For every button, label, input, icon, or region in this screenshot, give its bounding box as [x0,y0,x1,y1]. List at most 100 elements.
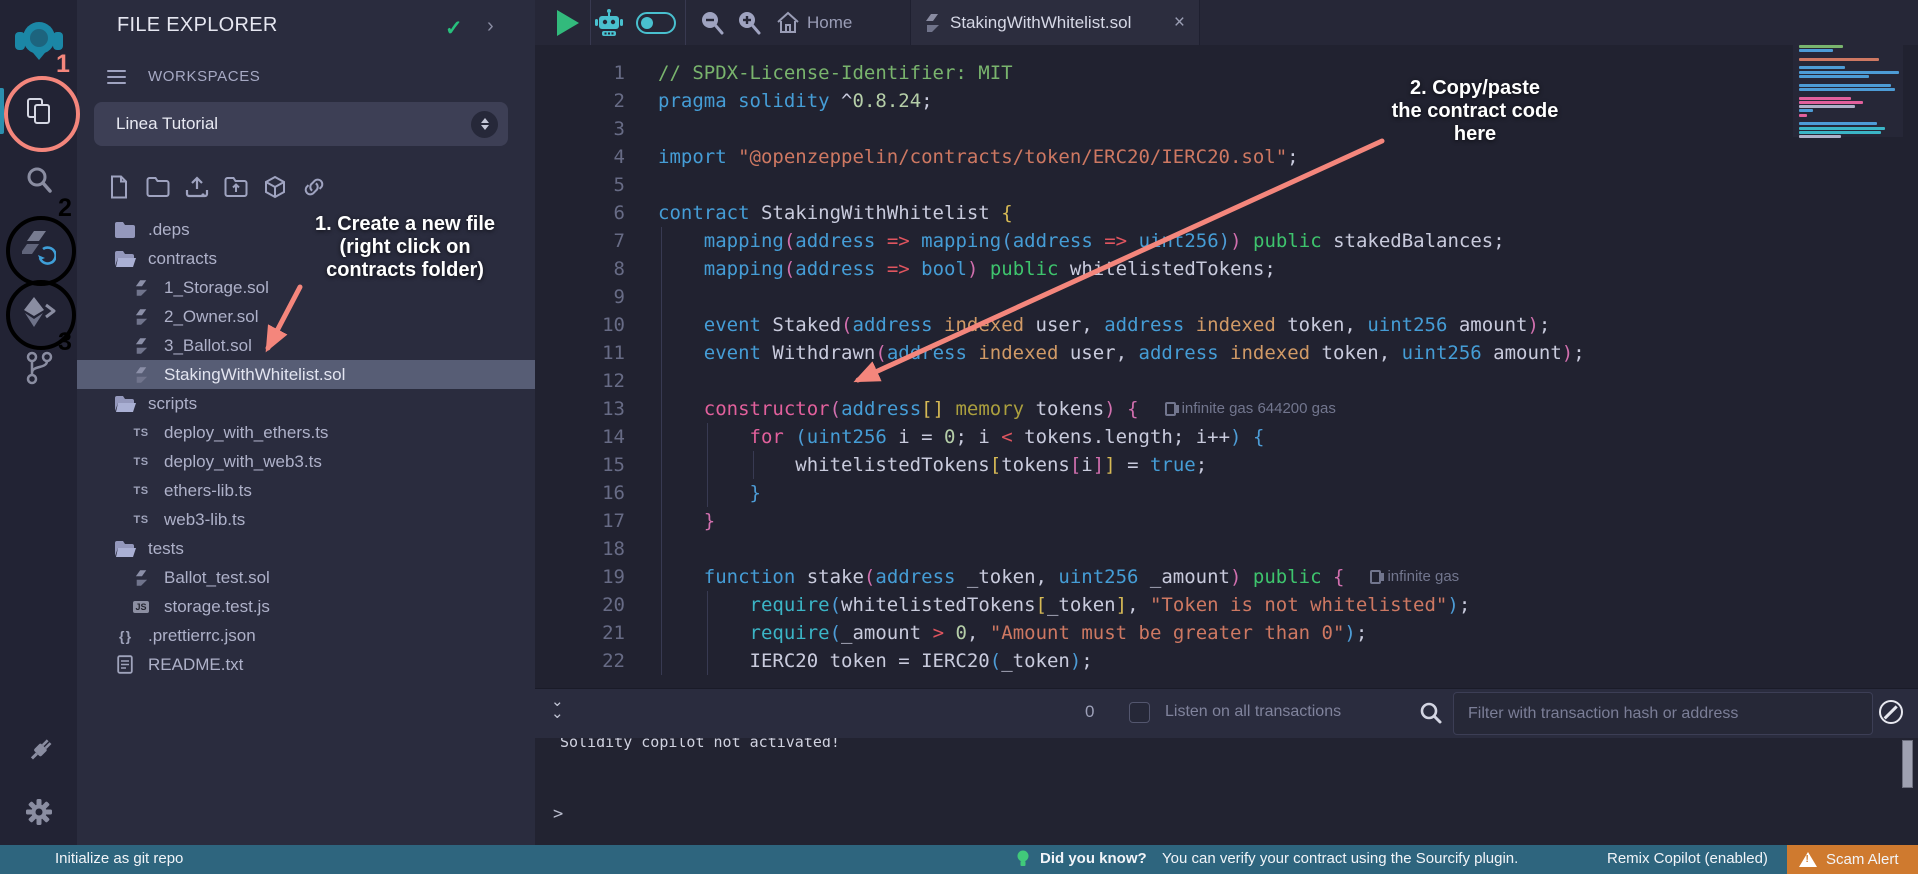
transaction-count: 0 [1085,702,1094,722]
tree-item-2-owner-sol[interactable]: 2_Owner.sol [77,302,535,331]
code-line-17[interactable]: 17 } [535,507,1918,535]
workspaces-menu-icon[interactable] [107,66,126,88]
code-line-15[interactable]: 15 whitelistedTokens[tokens[i]] = true; [535,451,1918,479]
code-line-14[interactable]: 14 for (uint256 i = 0; i < tokens.length… [535,423,1918,451]
tree-item--prettierrc-json[interactable]: { } .prettierrc.json [77,621,535,650]
terminal-prompt[interactable]: > [553,804,563,824]
code-text: IERC20 token = IERC20(_token); [625,647,1093,675]
code-line-11[interactable]: 11 event Withdrawn(address indexed user,… [535,339,1918,367]
terminal-panel: Solidity copilot not activated! ⌄⌄ 0 Lis… [535,688,1918,845]
tree-item-readme-txt[interactable]: README.txt [77,650,535,679]
code-line-18[interactable]: 18 [535,535,1918,563]
code-line-2[interactable]: 2pragma solidity ^0.8.24; [535,87,1918,115]
tree-item-label: ethers-lib.ts [164,481,252,501]
sol-icon [129,569,153,587]
tree-item-ethers-lib-ts[interactable]: TSethers-lib.ts [77,476,535,505]
code-line-8[interactable]: 8 mapping(address => bool) public whitel… [535,255,1918,283]
editor-minimap[interactable] [1793,42,1903,137]
new-file-icon[interactable] [107,174,131,200]
code-text: } [625,507,715,535]
new-folder-icon[interactable] [146,174,170,200]
annotation-circle-1 [4,76,80,152]
braces-icon: { } [113,628,137,644]
code-line-5[interactable]: 5 [535,171,1918,199]
code-line-1[interactable]: 1// SPDX-License-Identifier: MIT [535,59,1918,87]
line-number: 4 [535,143,625,171]
annotation-step-2: 2 [58,194,72,223]
code-line-4[interactable]: 4import "@openzeppelin/contracts/token/E… [535,143,1918,171]
tree-item-label: deploy_with_web3.ts [164,452,322,472]
code-line-3[interactable]: 3 [535,115,1918,143]
code-line-7[interactable]: 7 mapping(address => mapping(address => … [535,227,1918,255]
zoom-out-button[interactable] [695,0,729,45]
upload-file-icon[interactable] [185,174,209,200]
code-line-16[interactable]: 16 } [535,479,1918,507]
tree-item-ballot-test-sol[interactable]: Ballot_test.sol [77,563,535,592]
tree-item-label: .prettierrc.json [148,626,256,646]
remix-copilot-status[interactable]: Remix Copilot (enabled) [1607,850,1768,867]
clear-console-icon[interactable] [1879,700,1903,724]
code-line-13[interactable]: 13 constructor(address[] memory tokens) … [535,395,1918,423]
warning-icon [1799,852,1817,867]
code-line-19[interactable]: 19 function stake(address _token, uint25… [535,563,1918,591]
sidebar-item-settings[interactable] [0,794,77,830]
terminal-scrollbar[interactable] [1902,740,1913,788]
upload-folder-icon[interactable] [224,174,248,200]
tree-item-label: Ballot_test.sol [164,568,270,588]
file-tree: .depscontracts1_Storage.sol2_Owner.sol3_… [77,215,535,679]
tab-stakingwithwhitelist[interactable]: StakingWithWhitelist.sol × [910,0,1200,45]
ipfs-box-icon[interactable] [263,174,287,200]
tree-item-scripts[interactable]: scripts [77,389,535,418]
code-line-20[interactable]: 20 require(whitelistedTokens[_token], "T… [535,591,1918,619]
tree-item-label: web3-lib.ts [164,510,245,530]
robot-icon [594,8,624,38]
terminal-toolbar: ⌄⌄ 0 Listen on all transactions [535,688,1918,738]
sidebar-item-search[interactable] [0,163,77,197]
code-text [625,367,658,395]
tree-item-deploy-with-ethers-ts[interactable]: TSdeploy_with_ethers.ts [77,418,535,447]
code-line-22[interactable]: 22 IERC20 token = IERC20(_token); [535,647,1918,675]
tree-item-storage-test-js[interactable]: JSstorage.test.js [77,592,535,621]
tree-item-stakingwithwhitelist-sol[interactable]: StakingWithWhitelist.sol [77,360,535,389]
code-text: import "@openzeppelin/contracts/token/ER… [625,143,1299,171]
transaction-filter-input[interactable] [1453,692,1873,735]
scam-alert-button[interactable]: Scam Alert [1787,845,1918,874]
code-line-12[interactable]: 12 [535,367,1918,395]
tree-item-web3-lib-ts[interactable]: TS web3-lib.ts [77,505,535,534]
code-line-9[interactable]: 9 [535,283,1918,311]
search-icon [24,165,54,195]
code-text: mapping(address => mapping(address => ui… [625,227,1505,255]
tree-item-tests[interactable]: tests [77,534,535,563]
home-tab-label[interactable]: Home [807,0,852,45]
code-editor[interactable]: 1// SPDX-License-Identifier: MIT2pragma … [535,45,1918,688]
code-line-10[interactable]: 10 event Staked(address indexed user, ad… [535,311,1918,339]
copilot-toggle[interactable] [634,0,678,45]
workspace-select[interactable]: Linea Tutorial [94,102,508,146]
git-icon [24,351,54,385]
terminal-search-icon[interactable] [1419,701,1443,725]
chevron-right-icon[interactable]: › [487,15,494,38]
lightbulb-icon [1016,850,1030,868]
code-text: pragma solidity ^0.8.24; [625,87,933,115]
expand-terminal-icon[interactable]: ⌄⌄ [551,696,564,720]
sidebar-item-plugin-manager[interactable] [0,732,77,768]
home-tab[interactable] [773,0,803,45]
tree-item-deploy-with-web3-ts[interactable]: TSdeploy_with_web3.ts [77,447,535,476]
folderOpen-icon [113,395,137,413]
workspace-dropdown-icon[interactable] [471,111,498,138]
run-script-button[interactable] [553,0,583,45]
sol-icon [129,366,153,384]
ts-icon: TS [129,514,153,526]
code-line-21[interactable]: 21 require(_amount > 0, "Amount must be … [535,619,1918,647]
remix-ide-window: FILE EXPLORER ✓ › WORKSPACES Linea Tutor… [0,0,1918,874]
copilot-robot-button[interactable] [591,0,627,45]
tab-close-icon[interactable]: × [1174,12,1185,34]
code-text: constructor(address[] memory tokens) { [625,395,1139,423]
link-icon[interactable] [302,174,326,200]
listen-label: Listen on all transactions [1165,703,1341,721]
tree-item-3-ballot-sol[interactable]: 3_Ballot.sol [77,331,535,360]
zoom-in-button[interactable] [732,0,766,45]
listen-checkbox[interactable] [1129,702,1150,723]
init-git-repo-button[interactable]: Initialize as git repo [55,850,183,867]
code-line-6[interactable]: 6contract StakingWithWhitelist { [535,199,1918,227]
